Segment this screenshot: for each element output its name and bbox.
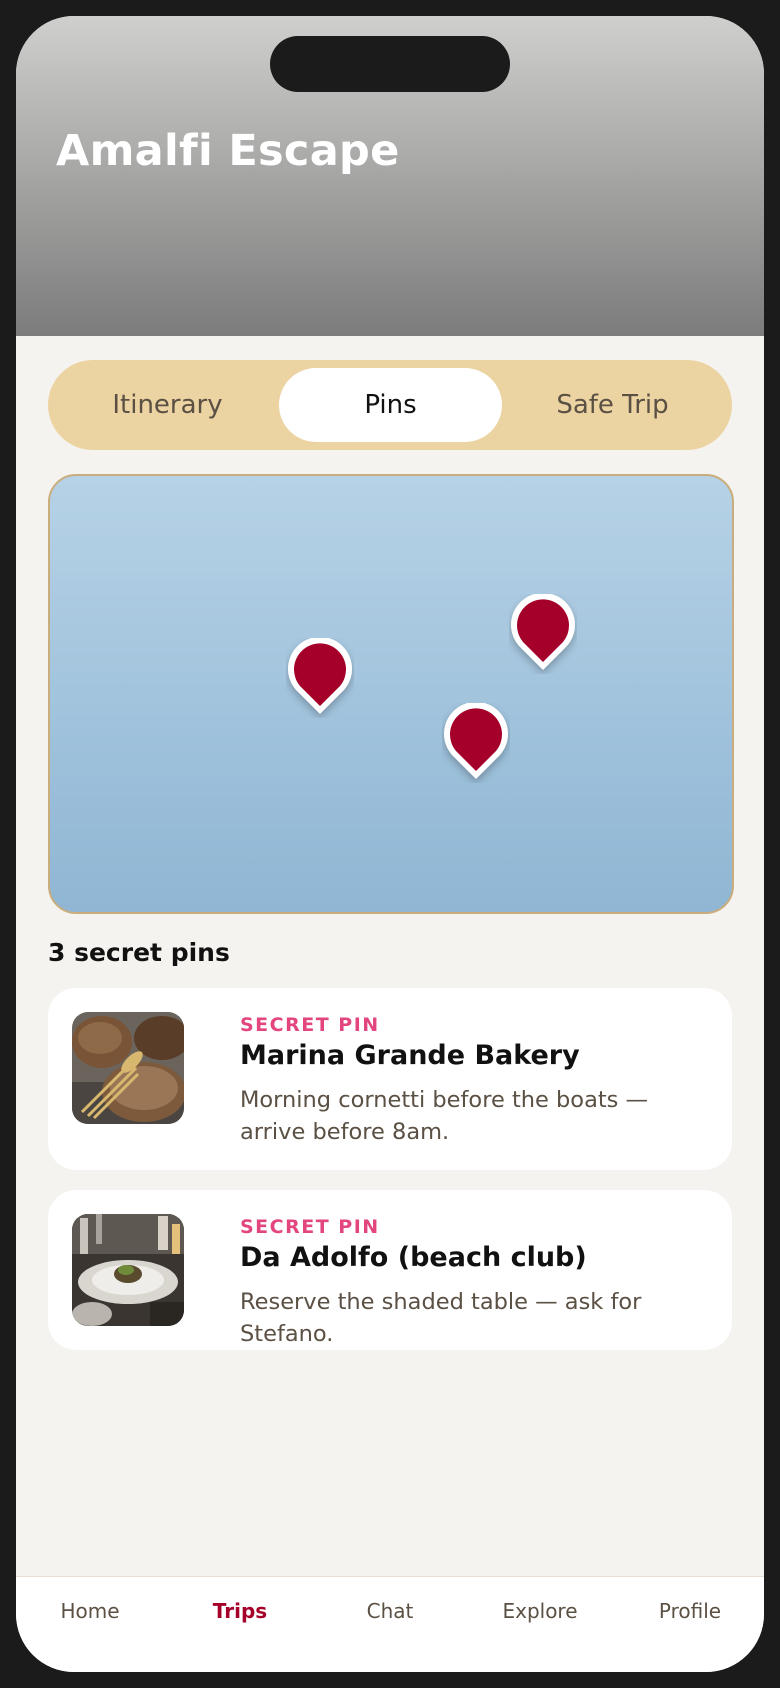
phone-screen: Amalfi Escape Itinerary Pins Safe Trip 3… bbox=[16, 16, 764, 1672]
pin-card[interactable]: SECRET PIN Da Adolfo (beach club) Reserv… bbox=[48, 1190, 732, 1350]
segmented-tabs: Itinerary Pins Safe Trip bbox=[48, 360, 732, 450]
card-kicker: SECRET PIN bbox=[240, 1014, 380, 1036]
nav-trips[interactable]: Trips bbox=[170, 1599, 310, 1623]
tab-safe-trip[interactable]: Safe Trip bbox=[501, 368, 724, 442]
map-pin-icon[interactable] bbox=[442, 703, 510, 783]
bottom-nav: Home Trips Chat Explore Profile bbox=[16, 1576, 764, 1672]
card-description: Reserve the shaded table — ask for Stefa… bbox=[240, 1289, 642, 1347]
pin-card[interactable]: SECRET PIN Marina Grande Bakery Morning … bbox=[48, 988, 732, 1170]
bakery-photo bbox=[72, 1012, 184, 1124]
nav-explore[interactable]: Explore bbox=[470, 1599, 610, 1623]
map-pin-icon[interactable] bbox=[286, 638, 354, 718]
card-title: Da Adolfo (beach club) bbox=[240, 1242, 587, 1273]
restaurant-photo bbox=[72, 1214, 184, 1326]
trip-title: Amalfi Escape bbox=[56, 126, 400, 176]
pins-count: 3 secret pins bbox=[48, 938, 230, 967]
dynamic-island bbox=[270, 36, 510, 92]
pins-map[interactable] bbox=[48, 474, 734, 914]
card-description: Morning cornetti before the boats — arri… bbox=[240, 1087, 649, 1145]
card-title: Marina Grande Bakery bbox=[240, 1040, 580, 1071]
card-kicker: SECRET PIN bbox=[240, 1216, 380, 1238]
tab-pins[interactable]: Pins bbox=[279, 368, 502, 442]
tab-itinerary[interactable]: Itinerary bbox=[56, 368, 279, 442]
map-pin-icon[interactable] bbox=[509, 594, 577, 674]
nav-chat[interactable]: Chat bbox=[320, 1599, 460, 1623]
nav-home[interactable]: Home bbox=[20, 1599, 160, 1623]
nav-profile[interactable]: Profile bbox=[620, 1599, 760, 1623]
